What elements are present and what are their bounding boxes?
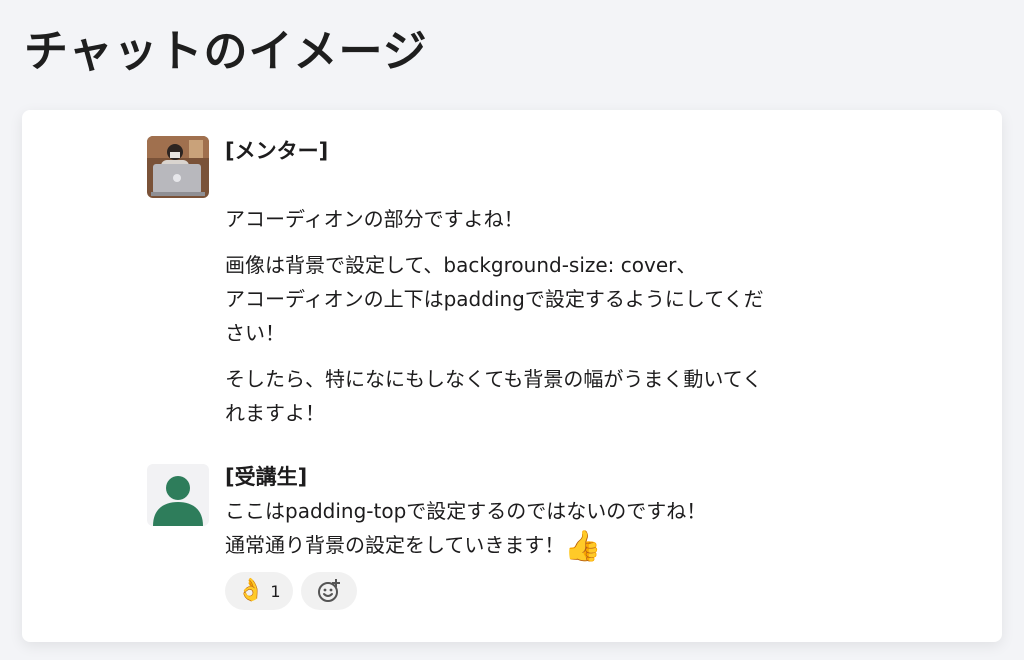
message-text: ここはpadding-topで設定するのではないのですね！ 通常通り背景の設定を… (225, 499, 707, 557)
reaction-bar: 👌 1 (225, 572, 867, 610)
ok-hand-icon: 👌 (237, 578, 265, 603)
sender-name-mentor[interactable]: [メンター] (225, 136, 867, 166)
message-student: [受講生] ここはpadding-topで設定するのではないのですね！ 通常通り… (147, 464, 867, 624)
default-user-avatar-icon (147, 464, 209, 526)
add-reaction-button[interactable] (300, 572, 357, 610)
message-paragraph: そしたら、特になにもしなくても背景の幅がうまく動いてく れますよ！ (225, 367, 763, 425)
message-mentor: [メンター] アコーディオンの部分ですよね！ 画像は背景で設定して、backgr… (147, 136, 867, 446)
thumbs-up-icon: 👍 (564, 529, 602, 564)
message-paragraph: アコーディオンの部分ですよね！ (225, 207, 524, 231)
message-paragraph: ここはpadding-topで設定するのではないのですね！ 通常通り背景の設定を… (225, 494, 867, 564)
add-emoji-icon (317, 579, 340, 602)
message-paragraph: 画像は背景で設定して、background-size: cover、 アコーディ… (225, 253, 764, 345)
reaction-ok-hand[interactable]: 👌 1 (225, 572, 293, 610)
sender-name-student[interactable]: [受講生] (225, 462, 867, 492)
mentor-avatar[interactable] (147, 136, 209, 198)
chat-card: [メンター] アコーディオンの部分ですよね！ 画像は背景で設定して、backgr… (22, 110, 1002, 642)
student-avatar[interactable] (147, 464, 209, 526)
page-title: チャットのイメージ (24, 26, 428, 77)
reaction-count: 1 (270, 581, 281, 601)
mentor-photo-icon (147, 136, 209, 198)
